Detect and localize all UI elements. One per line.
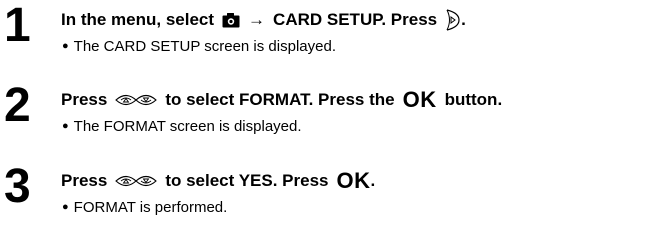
up-down-dial-icon (115, 173, 158, 189)
camera-mode-icon (222, 12, 240, 28)
right-arrow-icon: → (248, 10, 266, 29)
bullet-icon: ● (62, 201, 69, 213)
step-detail: ● The CARD SETUP screen is displayed. (62, 37, 336, 57)
instruction-text: Press (61, 90, 108, 109)
ok-button-label: OK (402, 87, 437, 112)
up-down-dial-icon (115, 92, 158, 108)
instruction-text: Press (61, 171, 108, 190)
step-number: 3 (4, 160, 31, 213)
dial-right-button-icon (445, 9, 461, 31)
instruction-text: to select YES. Press (165, 171, 329, 190)
step-instruction: Press to select YES. Press OK . (61, 170, 375, 192)
step-instruction: Press to select FORMAT. Press the OK but… (61, 89, 502, 111)
instruction-text: In the menu, select (61, 10, 215, 29)
detail-text: FORMAT is performed. (73, 199, 228, 216)
step-instruction: In the menu, select → CARD SETUP. Press … (61, 9, 466, 31)
detail-text: The CARD SETUP screen is displayed. (73, 38, 336, 55)
instruction-text: button. (444, 90, 503, 109)
instruction-text: to select FORMAT. Press the (165, 90, 395, 109)
bullet-icon: ● (62, 120, 69, 132)
step-number: 2 (4, 79, 31, 132)
step-detail: ● FORMAT is performed. (62, 198, 227, 218)
ok-button-label: OK (336, 168, 371, 193)
instruction-text: . (461, 10, 466, 29)
step-number: 1 (4, 0, 31, 52)
bullet-icon: ● (62, 40, 69, 52)
detail-text: The FORMAT screen is displayed. (73, 118, 302, 135)
step-detail: ● The FORMAT screen is displayed. (62, 117, 302, 137)
instruction-text: CARD SETUP. Press (273, 10, 438, 29)
instruction-text: . (370, 171, 376, 190)
